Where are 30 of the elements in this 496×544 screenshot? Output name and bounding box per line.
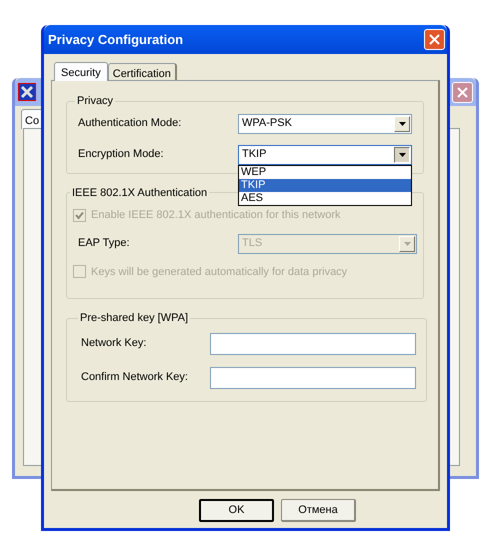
close-icon: [457, 86, 468, 98]
caret-icon: [394, 146, 410, 162]
group-title: IEEE 802.1X Authentication: [71, 186, 208, 200]
caret-icon: [399, 236, 415, 252]
dropdown-option[interactable]: WEP: [239, 166, 411, 178]
field-label: Authentication Mode:: [78, 116, 182, 132]
close-button[interactable]: [424, 29, 445, 50]
dialog-button[interactable]: OK: [199, 499, 274, 522]
input-field[interactable]: [210, 332, 416, 354]
group-title: Pre-shared key [WPA]: [79, 311, 189, 326]
dropdown-option[interactable]: AES: [239, 192, 411, 204]
field-label: Confirm Network Key:: [81, 370, 189, 386]
tab[interactable]: Security: [54, 62, 108, 81]
caret-icon: [394, 116, 410, 132]
close-button[interactable]: [452, 82, 473, 102]
input-field[interactable]: [210, 366, 416, 388]
field-label: Encryption Mode:: [78, 147, 165, 162]
checkbox-label: Enable IEEE 802.1X authentication for this network: [91, 208, 340, 223]
app-icon: [18, 83, 36, 101]
dropdown[interactable]: WPA-PSK: [238, 114, 412, 134]
group-title: Privacy: [76, 94, 114, 109]
close-icon: [429, 34, 440, 45]
checkbox-label: Keys will be generated automatically for data privacy: [91, 264, 348, 280]
field-label: EAP Type:: [78, 236, 131, 252]
tab[interactable]: Certification: [108, 63, 177, 80]
window-title: Privacy Configuration: [48, 30, 184, 49]
dropdown-option[interactable]: TKIP: [239, 178, 411, 192]
dialog-button[interactable]: Отмена: [281, 499, 356, 522]
dropdown[interactable]: TKIP: [238, 144, 412, 164]
field-label: Network Key:: [81, 336, 148, 352]
